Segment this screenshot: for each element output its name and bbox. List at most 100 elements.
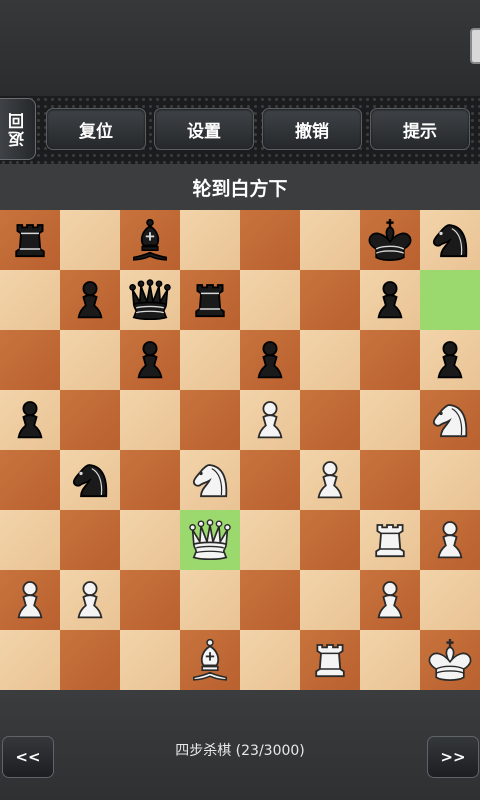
white-pawn-icon[interactable] [303, 453, 357, 507]
black-pawn-icon[interactable] [423, 333, 477, 387]
black-pawn-icon[interactable] [3, 393, 57, 447]
black-knight-icon[interactable] [423, 213, 477, 267]
square-c2[interactable] [120, 570, 180, 630]
square-a5[interactable] [0, 390, 60, 450]
square-h6[interactable] [420, 330, 480, 390]
square-c5[interactable] [120, 390, 180, 450]
square-a3[interactable] [0, 510, 60, 570]
square-a8[interactable] [0, 210, 60, 270]
square-g3[interactable] [360, 510, 420, 570]
square-b2[interactable] [60, 570, 120, 630]
black-knight-icon[interactable] [63, 453, 117, 507]
chess-board[interactable] [0, 210, 480, 690]
back-button[interactable]: 返回 [0, 98, 36, 160]
square-a7[interactable] [0, 270, 60, 330]
black-queen-icon[interactable] [123, 273, 177, 327]
square-d7[interactable] [180, 270, 240, 330]
white-king-icon[interactable] [423, 633, 477, 687]
black-bishop-icon[interactable] [123, 213, 177, 267]
edge-tab-handle[interactable] [470, 28, 480, 64]
square-g4[interactable] [360, 450, 420, 510]
square-e5[interactable] [240, 390, 300, 450]
reset-button[interactable]: 复位 [46, 108, 146, 150]
square-f5[interactable] [300, 390, 360, 450]
white-pawn-icon[interactable] [243, 393, 297, 447]
black-pawn-icon[interactable] [363, 273, 417, 327]
square-h5[interactable] [420, 390, 480, 450]
square-d2[interactable] [180, 570, 240, 630]
black-king-icon[interactable] [363, 213, 417, 267]
square-h4[interactable] [420, 450, 480, 510]
square-b6[interactable] [60, 330, 120, 390]
square-f8[interactable] [300, 210, 360, 270]
square-e3[interactable] [240, 510, 300, 570]
previous-puzzle-button[interactable]: << [2, 736, 54, 778]
square-d1[interactable] [180, 630, 240, 690]
square-b7[interactable] [60, 270, 120, 330]
square-b8[interactable] [60, 210, 120, 270]
black-rook-icon[interactable] [3, 213, 57, 267]
square-e7[interactable] [240, 270, 300, 330]
square-d3[interactable] [180, 510, 240, 570]
white-bishop-icon[interactable] [183, 633, 237, 687]
white-knight-icon[interactable] [423, 393, 477, 447]
undo-button[interactable]: 撤销 [262, 108, 362, 150]
square-h1[interactable] [420, 630, 480, 690]
square-d4[interactable] [180, 450, 240, 510]
square-g6[interactable] [360, 330, 420, 390]
square-a2[interactable] [0, 570, 60, 630]
square-d5[interactable] [180, 390, 240, 450]
square-g1[interactable] [360, 630, 420, 690]
white-pawn-icon[interactable] [363, 573, 417, 627]
white-rook-icon[interactable] [363, 513, 417, 567]
square-e4[interactable] [240, 450, 300, 510]
square-g7[interactable] [360, 270, 420, 330]
next-puzzle-button[interactable]: >> [427, 736, 479, 778]
square-f4[interactable] [300, 450, 360, 510]
square-f7[interactable] [300, 270, 360, 330]
white-knight-icon[interactable] [183, 453, 237, 507]
square-h3[interactable] [420, 510, 480, 570]
square-d6[interactable] [180, 330, 240, 390]
square-f1[interactable] [300, 630, 360, 690]
square-a6[interactable] [0, 330, 60, 390]
square-g5[interactable] [360, 390, 420, 450]
white-queen-icon[interactable] [183, 513, 237, 567]
square-c4[interactable] [120, 450, 180, 510]
square-e6[interactable] [240, 330, 300, 390]
white-pawn-icon[interactable] [3, 573, 57, 627]
white-pawn-icon[interactable] [423, 513, 477, 567]
square-f6[interactable] [300, 330, 360, 390]
square-e8[interactable] [240, 210, 300, 270]
square-c8[interactable] [120, 210, 180, 270]
settings-button[interactable]: 设置 [154, 108, 254, 150]
square-c6[interactable] [120, 330, 180, 390]
back-button-label: 返回 [7, 111, 27, 147]
black-pawn-icon[interactable] [123, 333, 177, 387]
black-pawn-icon[interactable] [243, 333, 297, 387]
square-b4[interactable] [60, 450, 120, 510]
square-h2[interactable] [420, 570, 480, 630]
white-pawn-icon[interactable] [63, 573, 117, 627]
square-a4[interactable] [0, 450, 60, 510]
square-g8[interactable] [360, 210, 420, 270]
square-g2[interactable] [360, 570, 420, 630]
square-c1[interactable] [120, 630, 180, 690]
square-b1[interactable] [60, 630, 120, 690]
square-b3[interactable] [60, 510, 120, 570]
square-h8[interactable] [420, 210, 480, 270]
white-rook-icon[interactable] [303, 633, 357, 687]
hint-button[interactable]: 提示 [370, 108, 470, 150]
square-f2[interactable] [300, 570, 360, 630]
square-c3[interactable] [120, 510, 180, 570]
black-rook-icon[interactable] [183, 273, 237, 327]
square-h7[interactable] [420, 270, 480, 330]
square-f3[interactable] [300, 510, 360, 570]
square-e2[interactable] [240, 570, 300, 630]
square-e1[interactable] [240, 630, 300, 690]
black-pawn-icon[interactable] [63, 273, 117, 327]
square-b5[interactable] [60, 390, 120, 450]
square-a1[interactable] [0, 630, 60, 690]
square-c7[interactable] [120, 270, 180, 330]
square-d8[interactable] [180, 210, 240, 270]
